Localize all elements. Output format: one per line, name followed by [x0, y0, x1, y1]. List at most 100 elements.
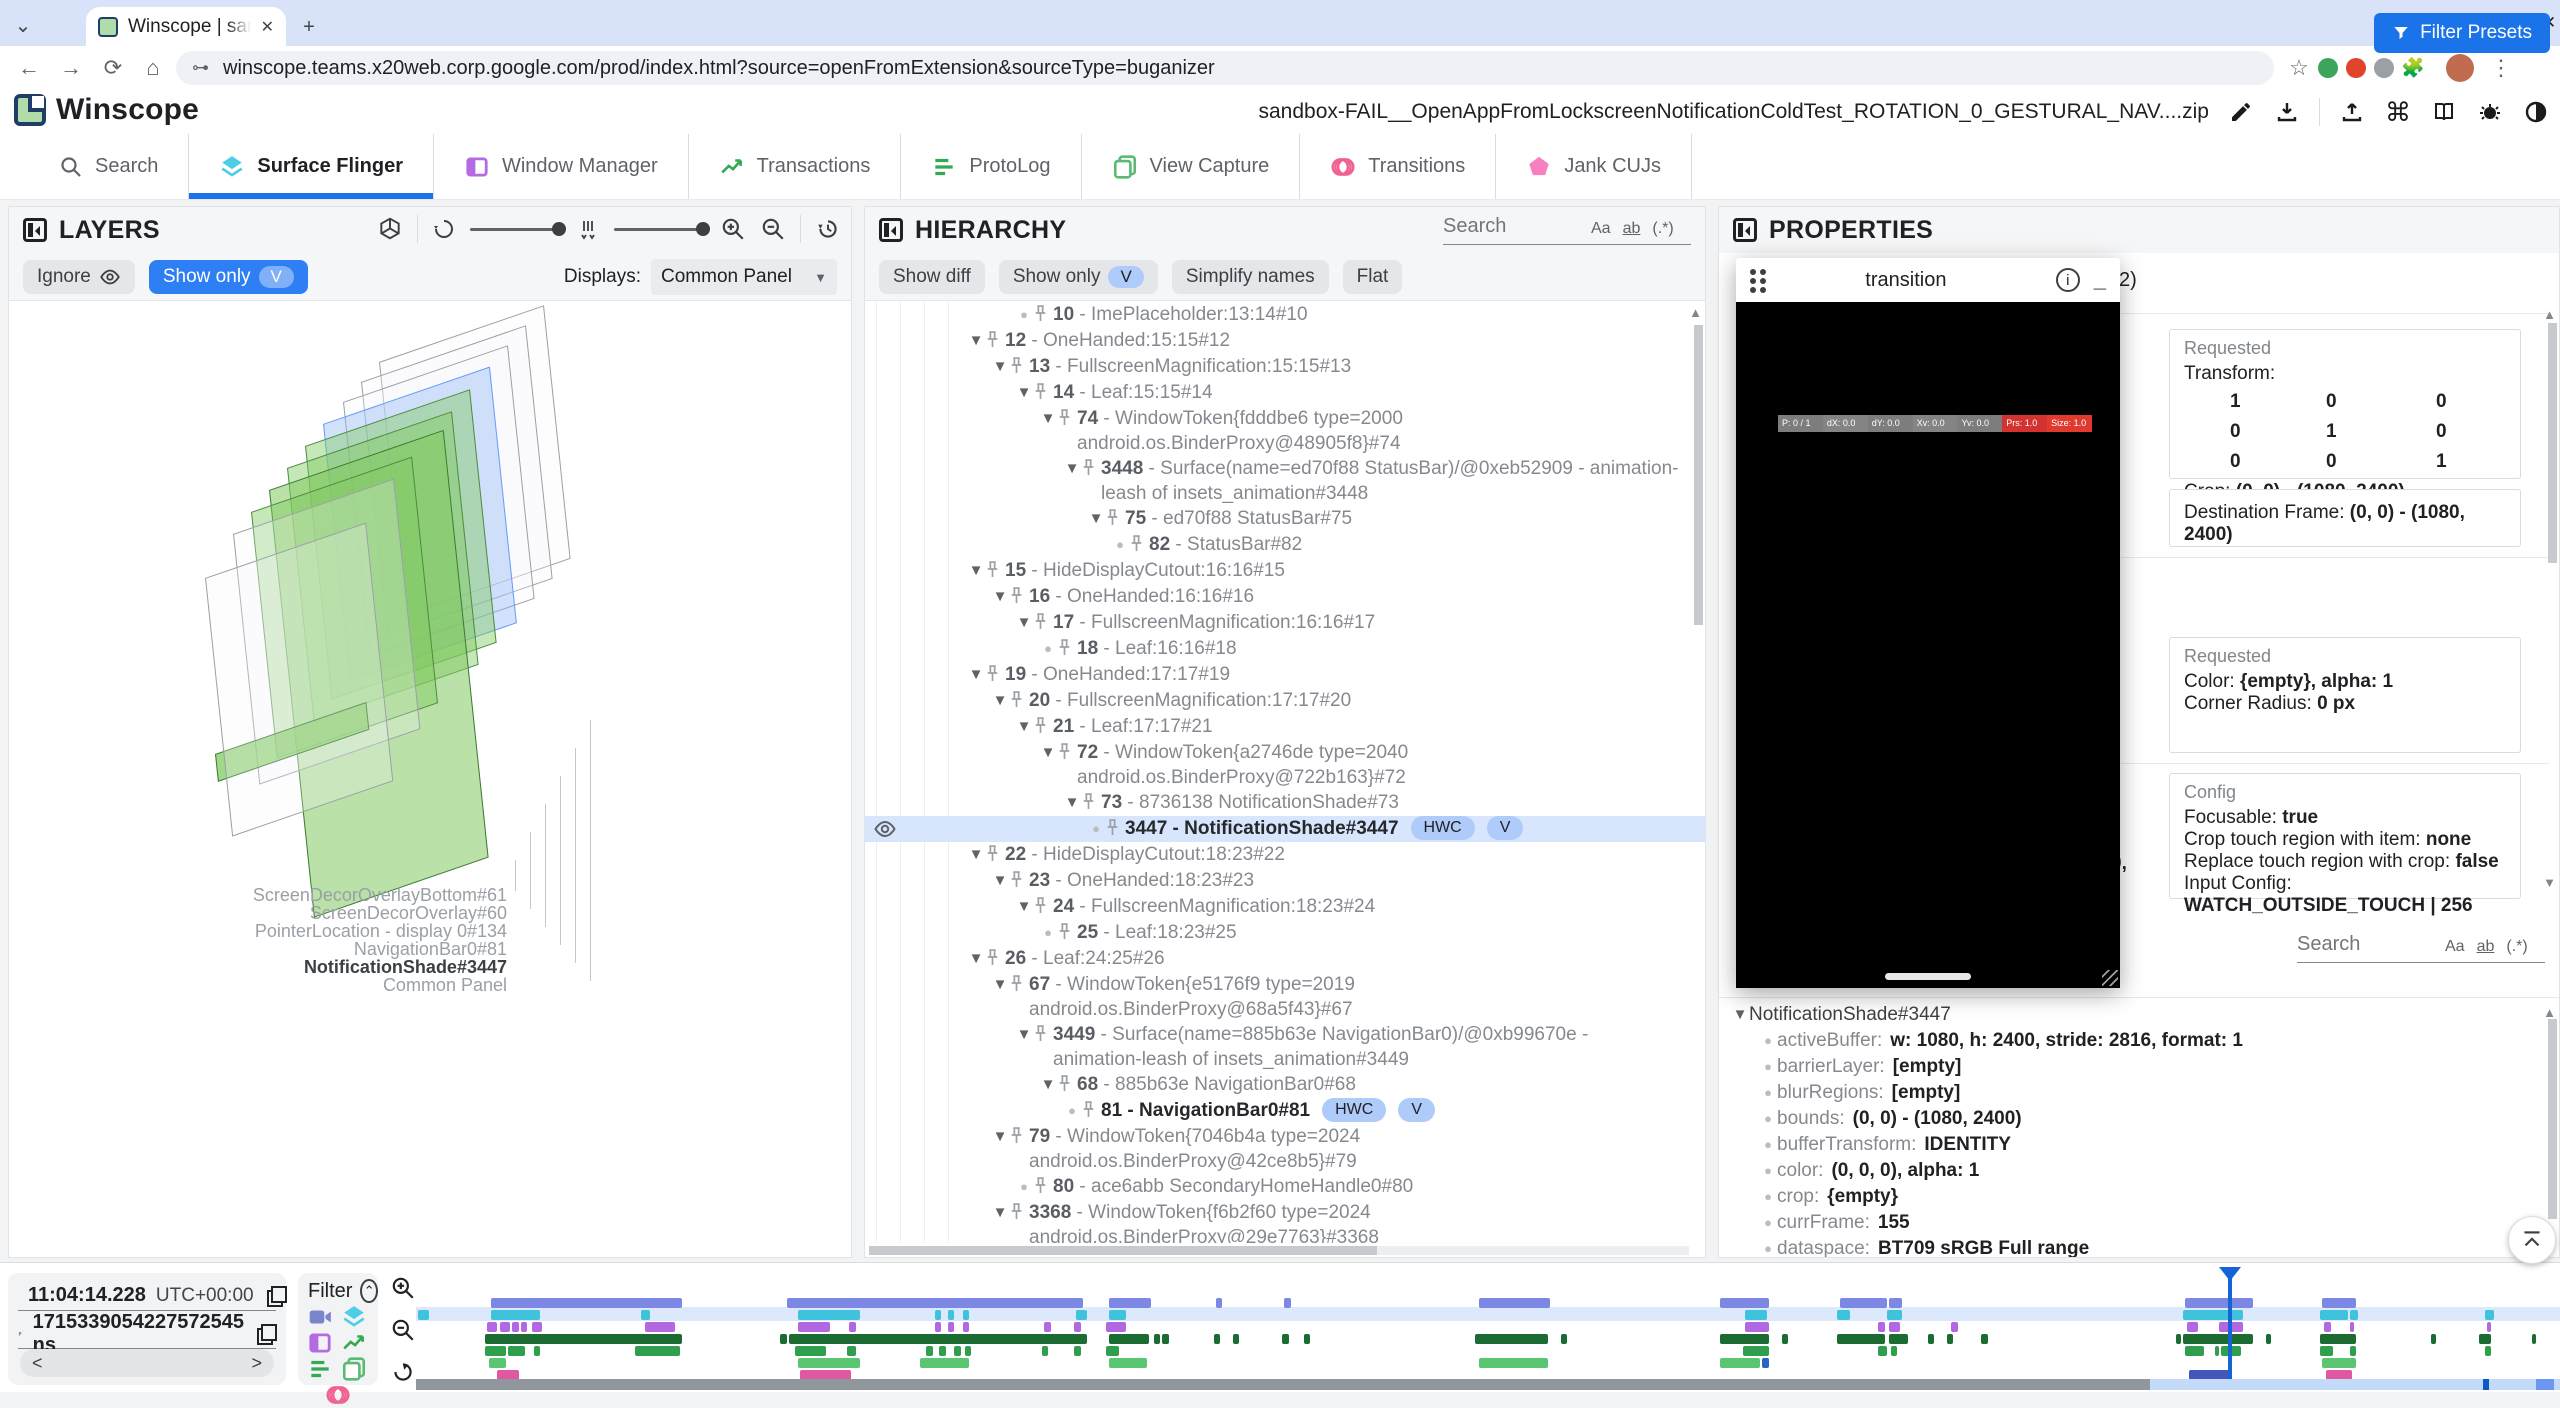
trace-segment[interactable]	[2185, 1298, 2254, 1308]
tree-row[interactable]: ▼74 - WindowToken{fdddbe6 type=2000 andr…	[865, 406, 1705, 456]
trace-segment[interactable]	[1782, 1334, 1788, 1344]
expand-arrow-icon[interactable]: ▼	[991, 354, 1009, 379]
pin-icon[interactable]	[1009, 354, 1029, 374]
edit-pencil-icon[interactable]	[2227, 98, 2255, 126]
trace-segment[interactable]	[485, 1346, 506, 1356]
back-icon[interactable]: ←	[14, 53, 44, 83]
tree-row[interactable]: ●82 - StatusBar#82	[865, 532, 1705, 558]
trace-segment[interactable]	[1109, 1310, 1126, 1320]
trace-segment[interactable]	[1745, 1310, 1766, 1320]
filter-transactions-icon[interactable]	[341, 1331, 367, 1355]
ignore-chip[interactable]: Ignore	[23, 260, 135, 294]
tab-protolog[interactable]: ProtoLog	[901, 134, 1081, 199]
trace-segment[interactable]	[1074, 1322, 1080, 1332]
trace-segment[interactable]	[1076, 1310, 1087, 1320]
trace-segment[interactable]	[2183, 1310, 2243, 1320]
layer-rect-gray[interactable]	[205, 523, 393, 837]
property-node-row[interactable]: ▼ NotificationShade#3447	[1719, 1002, 2545, 1028]
3d-cube-icon[interactable]	[377, 216, 403, 242]
trace-segment[interactable]	[2479, 1334, 2492, 1344]
trace-segment[interactable]	[532, 1322, 543, 1332]
report-bug-icon[interactable]	[2476, 98, 2504, 126]
trace-segment[interactable]	[1109, 1334, 1150, 1344]
trace-segment[interactable]	[2322, 1358, 2356, 1368]
tree-row[interactable]: ▼14 - Leaf:15:15#14	[865, 380, 1705, 406]
trace-segment[interactable]	[534, 1346, 540, 1356]
timeline-tracks[interactable]	[416, 1263, 2560, 1393]
tree-row[interactable]: ▼3368 - WindowToken{f6b2f60 type=2024 an…	[865, 1200, 1705, 1243]
chip-flat[interactable]: Flat	[1343, 260, 1403, 294]
pin-icon[interactable]	[985, 662, 1005, 682]
pin-icon[interactable]	[1009, 1200, 1029, 1220]
trace-segment[interactable]	[1233, 1334, 1239, 1344]
trace-segment[interactable]	[1951, 1322, 1957, 1332]
upload-icon[interactable]	[2338, 98, 2366, 126]
trace-segment[interactable]	[1720, 1358, 1761, 1368]
tree-row[interactable]: ▼24 - FullscreenMagnification:18:23#24	[865, 894, 1705, 920]
pin-icon[interactable]	[985, 842, 1005, 862]
collapse-panel-icon[interactable]	[23, 218, 47, 242]
home-icon[interactable]: ⌂	[138, 53, 168, 83]
site-settings-icon[interactable]: ⊶	[192, 58, 209, 78]
filter-collapse-icon[interactable]: ⌃	[360, 1279, 378, 1303]
trace-segment[interactable]	[1837, 1310, 1850, 1320]
expand-arrow-icon[interactable]: ▼	[1063, 456, 1081, 481]
trace-segment[interactable]	[1479, 1358, 1548, 1368]
property-item[interactable]: ●barrierLayer:[empty]	[1719, 1054, 2545, 1080]
show-only-chip[interactable]: Show only V	[149, 260, 308, 294]
trace-segment[interactable]	[2350, 1310, 2359, 1320]
trace-segment[interactable]	[1042, 1346, 1048, 1356]
trace-segment[interactable]	[1284, 1298, 1290, 1308]
displays-dropdown[interactable]: Common Panel ▼	[651, 259, 837, 295]
match-option-1[interactable]: ab	[1623, 220, 1641, 238]
trace-segment[interactable]	[1214, 1334, 1220, 1344]
trace-segment[interactable]	[787, 1298, 1083, 1308]
trace-segment[interactable]	[1762, 1358, 1768, 1368]
tree-row[interactable]: ▼3449 - Surface(name=885b63e NavigationB…	[865, 1022, 1705, 1072]
tree-row[interactable]: ●10 - ImePlaceholder:13:14#10	[865, 302, 1705, 328]
trace-segment[interactable]	[847, 1346, 856, 1356]
trace-segment[interactable]	[500, 1322, 511, 1332]
pin-icon[interactable]	[1009, 584, 1029, 604]
trace-segment[interactable]	[2485, 1310, 2494, 1320]
expand-arrow-icon[interactable]: ▼	[991, 688, 1009, 713]
trace-segment[interactable]	[487, 1322, 498, 1332]
trace-segment[interactable]	[926, 1346, 932, 1356]
new-tab-button[interactable]: +	[296, 14, 322, 40]
trace-segment[interactable]	[2176, 1334, 2180, 1344]
trace-segment[interactable]	[1878, 1322, 1884, 1332]
tree-row[interactable]: ▼73 - 8736138 NotificationShade#73	[865, 790, 1705, 816]
tree-row[interactable]: ▼3448 - Surface(name=ed70f88 StatusBar)/…	[865, 456, 1705, 506]
trace-segment[interactable]	[635, 1346, 680, 1356]
pin-icon[interactable]	[1009, 972, 1029, 992]
tree-row[interactable]: ●18 - Leaf:16:16#18	[865, 636, 1705, 662]
expand-arrow-icon[interactable]: ▼	[1039, 1072, 1057, 1097]
trace-segment[interactable]	[1745, 1322, 1769, 1332]
expand-arrow-icon[interactable]: ▼	[1015, 610, 1033, 635]
prev-entry-button[interactable]: <	[32, 1353, 43, 1374]
collapse-panel-icon[interactable]	[879, 218, 903, 242]
timeline-scroll-thumb[interactable]	[416, 1379, 2150, 1390]
expand-arrow-icon[interactable]: ▼	[1015, 380, 1033, 405]
trace-segment[interactable]	[2350, 1346, 2356, 1356]
expand-arrow-icon[interactable]: ▼	[1039, 406, 1057, 431]
zoom-in-icon[interactable]	[720, 216, 746, 242]
pin-icon[interactable]	[1081, 1098, 1101, 1118]
tree-row[interactable]: ▼22 - HideDisplayCutout:18:23#22	[865, 842, 1705, 868]
layer-label[interactable]: Common Panel	[383, 975, 507, 996]
tree-row[interactable]: ▼20 - FullscreenMagnification:17:17#20	[865, 688, 1705, 714]
bookmark-star-icon[interactable]: ☆	[2284, 53, 2314, 83]
tree-row[interactable]: ▼13 - FullscreenMagnification:15:15#13	[865, 354, 1705, 380]
trace-segment[interactable]	[508, 1346, 525, 1356]
pin-icon[interactable]	[1033, 894, 1053, 914]
tab-window-manager[interactable]: Window Manager	[434, 134, 689, 199]
copy-icon[interactable]	[264, 1285, 286, 1307]
properties-scrollbar[interactable]	[2548, 323, 2557, 563]
tree-row[interactable]: ●3447 - NotificationShade#3447HWCV	[865, 816, 1705, 842]
filter-transitions-icon[interactable]	[325, 1383, 351, 1407]
trace-segment[interactable]	[491, 1310, 540, 1320]
profile-avatar[interactable]	[2446, 54, 2474, 82]
trace-segment[interactable]	[1878, 1346, 1887, 1356]
browser-menu-kebab-icon[interactable]: ⋮	[2486, 53, 2516, 83]
browser-tab[interactable]: Winscope | sandbox-FAIL ✕	[86, 7, 286, 46]
